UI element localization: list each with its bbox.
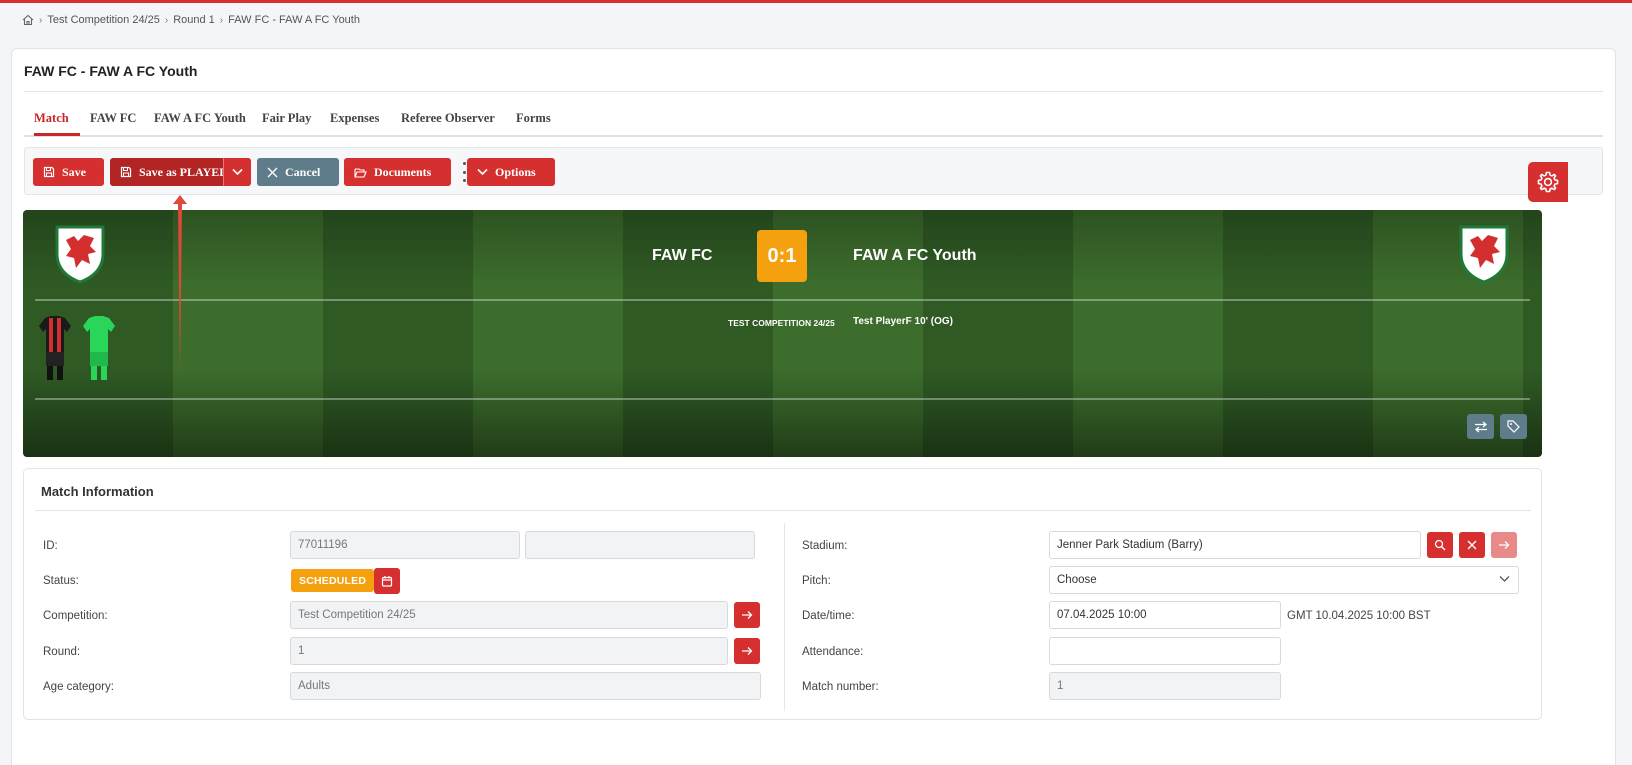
home-kit-icon: [39, 316, 71, 380]
breadcrumb-separator: ›: [164, 14, 169, 26]
chevron-down-icon: [232, 168, 243, 176]
id-field: 77011196: [290, 531, 520, 559]
tab-bar: Match FAW FC FAW A FC Youth Fair Play Ex…: [24, 109, 1603, 137]
save-label: Save: [62, 164, 86, 179]
event-competition: TEST COMPETITION 24/25: [728, 318, 835, 328]
arrow-right-icon: [742, 611, 753, 619]
action-toolbar: Save Save as PLAYED Cancel Documents Opt…: [24, 147, 1603, 195]
save-as-played-button[interactable]: Save as PLAYED: [110, 158, 251, 186]
external-id-field: [525, 531, 755, 559]
section-title: Match Information: [41, 484, 154, 499]
pitch-select-value: Choose: [1057, 574, 1097, 586]
breadcrumb-match: FAW FC - FAW A FC Youth: [228, 14, 360, 26]
tab-forms[interactable]: Forms: [516, 111, 551, 126]
breadcrumb-separator: ›: [39, 14, 43, 26]
tab-fair-play[interactable]: Fair Play: [262, 111, 311, 126]
pitch-divider: [35, 398, 1530, 400]
swap-icon: [1474, 421, 1487, 432]
competition-field: Test Competition 24/25: [290, 601, 728, 629]
match-information-panel: Match Information ID: 77011196 Status: S…: [23, 468, 1542, 720]
goal-event: Test PlayerF 10' (OG): [853, 316, 954, 327]
stadium-field[interactable]: Jenner Park Stadium (Barry): [1049, 531, 1421, 559]
attendance-label: Attendance:: [802, 646, 864, 658]
swap-teams-button[interactable]: [1467, 414, 1494, 439]
status-label: Status:: [43, 575, 79, 587]
home-icon[interactable]: [22, 14, 34, 26]
breadcrumb: › Test Competition 24/25 › Round 1 › FAW…: [22, 12, 360, 28]
options-button[interactable]: Options: [467, 158, 555, 186]
home-team-crest: [55, 225, 105, 284]
page-title: FAW FC - FAW A FC Youth: [24, 63, 198, 79]
active-tab-indicator: [34, 133, 80, 136]
tab-away-team[interactable]: FAW A FC Youth: [154, 111, 246, 126]
cancel-label: Cancel: [285, 164, 321, 179]
home-team-name: FAW FC: [652, 247, 713, 264]
competition-label: Competition:: [43, 610, 108, 622]
options-label: Options: [495, 164, 536, 179]
documents-button[interactable]: Documents: [344, 158, 451, 186]
round-label: Round:: [43, 646, 81, 658]
status-calendar-button[interactable]: [374, 568, 400, 594]
away-team-name: FAW A FC Youth: [853, 247, 977, 264]
close-icon: [1467, 540, 1477, 550]
match-number-field: 1: [1049, 672, 1281, 700]
open-round-button[interactable]: [734, 638, 760, 664]
tab-match[interactable]: Match: [34, 111, 69, 126]
away-team-crest: [1459, 225, 1509, 284]
breadcrumb-competition[interactable]: Test Competition 24/25: [47, 14, 160, 26]
tag-button[interactable]: [1500, 414, 1527, 439]
score-badge: 0:1: [757, 230, 807, 282]
tab-expenses[interactable]: Expenses: [330, 111, 379, 126]
datetime-field[interactable]: 07.04.2025 10:00: [1049, 601, 1281, 629]
age-category-label: Age category:: [43, 681, 114, 693]
annotation-arrow: [173, 195, 187, 375]
away-kit-icon: [83, 316, 115, 380]
save-as-played-label: Save as PLAYED: [139, 164, 228, 179]
datetime-label: Date/time:: [802, 610, 855, 622]
id-label: ID:: [43, 540, 58, 552]
pitch-select[interactable]: Choose: [1049, 566, 1519, 594]
tab-home-team[interactable]: FAW FC: [90, 111, 136, 126]
divider: [35, 510, 1531, 511]
save-button[interactable]: Save: [33, 158, 104, 186]
age-category-field: Adults: [290, 672, 761, 700]
chevron-down-icon: [1499, 576, 1510, 582]
save-dropdown-toggle[interactable]: [223, 158, 251, 186]
chevron-down-icon: [477, 168, 488, 176]
status-badge: SCHEDULED: [291, 569, 375, 592]
round-field: 1: [290, 637, 728, 665]
tag-icon: [1507, 420, 1520, 433]
match-header-banner: FAW FC 0:1 FAW A FC Youth TEST COMPETITI…: [23, 210, 1542, 457]
calendar-icon: [381, 576, 393, 587]
tab-referee-observer[interactable]: Referee Observer: [401, 111, 495, 126]
documents-label: Documents: [374, 164, 432, 179]
settings-button[interactable]: [1528, 162, 1568, 202]
stadium-clear-button[interactable]: [1459, 532, 1485, 558]
breadcrumb-round[interactable]: Round 1: [173, 14, 215, 26]
breadcrumb-separator: ›: [219, 14, 224, 26]
pitch-label: Pitch:: [802, 575, 831, 587]
folder-open-icon: [354, 167, 367, 178]
floppy-icon: [120, 166, 132, 178]
column-divider: [784, 523, 785, 711]
floppy-icon: [43, 166, 55, 178]
close-icon: [267, 167, 278, 177]
top-accent-bar: [0, 0, 1632, 3]
cancel-button[interactable]: Cancel: [257, 158, 339, 186]
divider: [24, 91, 1603, 92]
gear-icon: [1537, 171, 1559, 193]
timezone-info: GMT 10.04.2025 10:00 BST: [1287, 610, 1431, 622]
match-number-label: Match number:: [802, 681, 879, 693]
search-icon: [1434, 539, 1446, 551]
open-competition-button[interactable]: [734, 602, 760, 628]
arrow-right-icon: [742, 647, 753, 655]
arrow-right-icon: [1499, 541, 1510, 549]
stadium-open-button[interactable]: [1491, 532, 1517, 558]
attendance-field[interactable]: [1049, 637, 1281, 665]
pitch-divider: [35, 299, 1530, 301]
stadium-label: Stadium:: [802, 540, 848, 552]
stadium-search-button[interactable]: [1427, 532, 1453, 558]
